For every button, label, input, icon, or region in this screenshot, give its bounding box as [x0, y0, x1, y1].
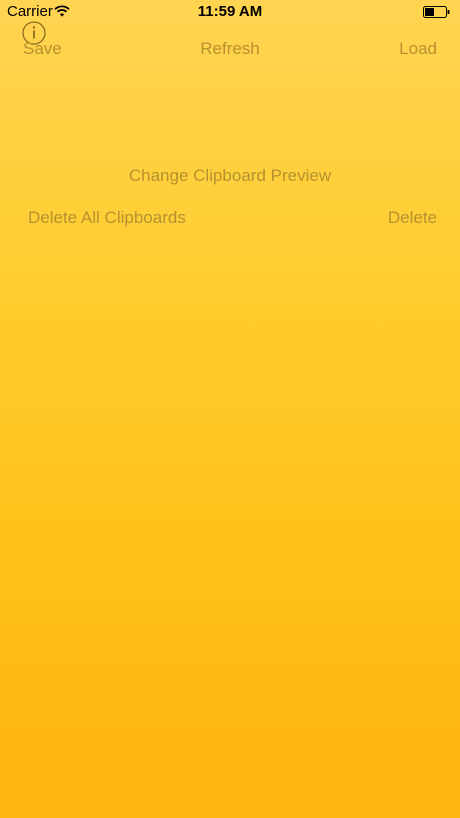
change-clipboard-preview-button[interactable]: Change Clipboard Preview: [0, 165, 460, 187]
app-screen: Carrier 11:59 AM Save Refresh Load Chang…: [0, 0, 460, 818]
status-time: 11:59 AM: [197, 3, 263, 20]
battery-icon: [423, 5, 450, 18]
delete-all-clipboards-button[interactable]: Delete All Clipboards: [28, 207, 186, 229]
delete-button[interactable]: Delete: [388, 207, 437, 229]
refresh-button[interactable]: Refresh: [0, 38, 460, 60]
status-bar: Carrier 11:59 AM: [0, 0, 460, 24]
load-button[interactable]: Load: [399, 38, 437, 60]
